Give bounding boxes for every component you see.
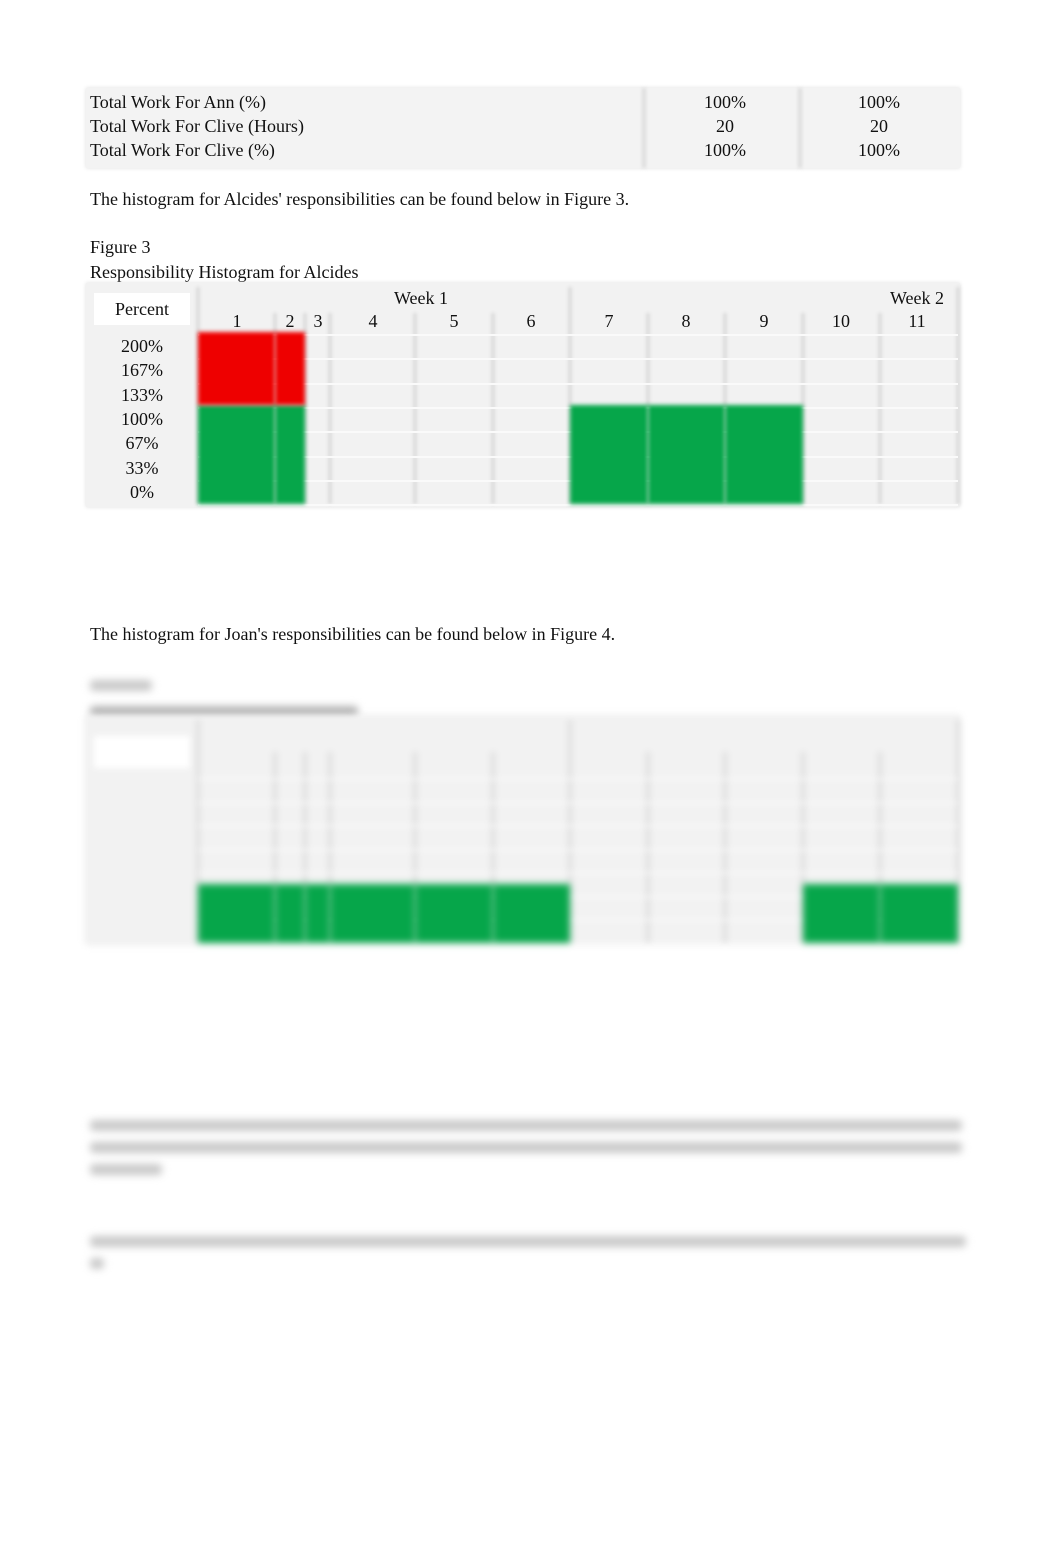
y-tick-label: 133% (121, 384, 163, 405)
blurred-text-line (90, 1236, 966, 1247)
blurred-figure-label (90, 680, 152, 691)
cell-value: 20 (716, 116, 734, 136)
allocation-bar-col-7 (570, 404, 648, 505)
column-label-4: 4 (368, 311, 378, 331)
column-label-11: 11 (908, 311, 926, 331)
column-label-9: 9 (759, 311, 769, 331)
paragraph-alcides-intro: The histogram for Alcides' responsibilit… (90, 189, 630, 209)
allocation-bar-col-9 (725, 404, 803, 505)
allocation-bar-col-6 (493, 883, 570, 943)
column-label-8: 8 (681, 311, 691, 331)
blurred-text-line (90, 1120, 962, 1131)
column-label-1: 1 (232, 311, 242, 331)
y-tick-label: 100% (121, 408, 163, 429)
allocation-bar-col-8 (648, 404, 725, 505)
paragraph-joan-intro: The histogram for Joan's responsibilitie… (90, 624, 616, 644)
grid-row-line (198, 504, 958, 507)
y-tick-label: 33% (125, 457, 159, 478)
y-tick-label: 167% (121, 360, 163, 381)
alcides-histogram: Percent Week 1 Week 2 200% 167% 133% 100% 67… (86, 283, 960, 507)
y-tick-label: 67% (125, 433, 159, 454)
y-tick-label: 200% (121, 336, 163, 356)
grid-column-line (723, 752, 727, 943)
allocation-bar-col-1 (198, 404, 275, 505)
grid-row-line (198, 872, 958, 874)
percent-header (94, 736, 190, 768)
allocation-bar-col-1 (198, 883, 275, 943)
week-1-label: Week 1 (394, 288, 449, 308)
blurred-text-line (90, 1142, 962, 1153)
grid-column-line (956, 287, 960, 505)
week-2-label: Week 2 (890, 288, 945, 308)
blurred-text-line (90, 1258, 104, 1269)
grid-row-line (198, 801, 958, 804)
blurred-text-line (90, 1164, 162, 1175)
column-label-7: 7 (604, 311, 614, 331)
cell-value: 100% (704, 140, 746, 160)
grid-row-line (198, 825, 958, 827)
cell-value: 100% (704, 92, 746, 112)
y-tick-label: 0% (130, 481, 154, 502)
allocation-bar-col-3 (305, 883, 330, 943)
grid-column-line (646, 752, 650, 943)
row-label: Total Work For Clive (Hours) (90, 116, 304, 136)
grid-row-line (198, 334, 958, 336)
percent-header: Percent (94, 293, 190, 325)
allocation-bar-col-5 (415, 883, 493, 943)
table-row: Total Work For Ann (%) 100% 100% (86, 92, 960, 116)
grid-row-line (198, 382, 958, 385)
table-row: Total Work For Clive (Hours) 20 20 (86, 116, 960, 140)
grid-row-line (198, 358, 958, 361)
cell-value: 100% (858, 140, 900, 160)
allocation-bar-col-11 (880, 883, 958, 943)
figure-title: Responsibility Histogram for Alcides (90, 262, 359, 282)
figure-label: Figure 3 (90, 237, 151, 257)
table-row: Total Work For Clive (%) 100% 100% (86, 140, 960, 164)
row-label: Total Work For Ann (%) (90, 92, 266, 112)
grid-row-line (198, 942, 958, 945)
column-label-10: 10 (832, 311, 850, 331)
cell-value: 100% (858, 92, 900, 112)
joan-histogram (86, 716, 960, 945)
allocation-bar-col-2 (275, 404, 305, 505)
grid-row-line (198, 848, 958, 851)
column-label-5: 5 (449, 311, 459, 331)
work-summary-table: Total Work For Ann (%) 100% 100% Total W… (86, 88, 960, 168)
grid-row-line (198, 778, 958, 780)
column-label-6: 6 (526, 311, 536, 331)
allocation-bar-col-4 (330, 883, 415, 943)
over-allocation-bar-col-1 (198, 332, 275, 405)
column-label-3: 3 (313, 311, 323, 331)
cell-value: 20 (870, 116, 888, 136)
row-label: Total Work For Clive (%) (90, 140, 275, 160)
allocation-bar-col-2 (275, 883, 305, 943)
over-allocation-bar-col-2 (275, 332, 305, 405)
allocation-bar-col-10 (803, 883, 880, 943)
